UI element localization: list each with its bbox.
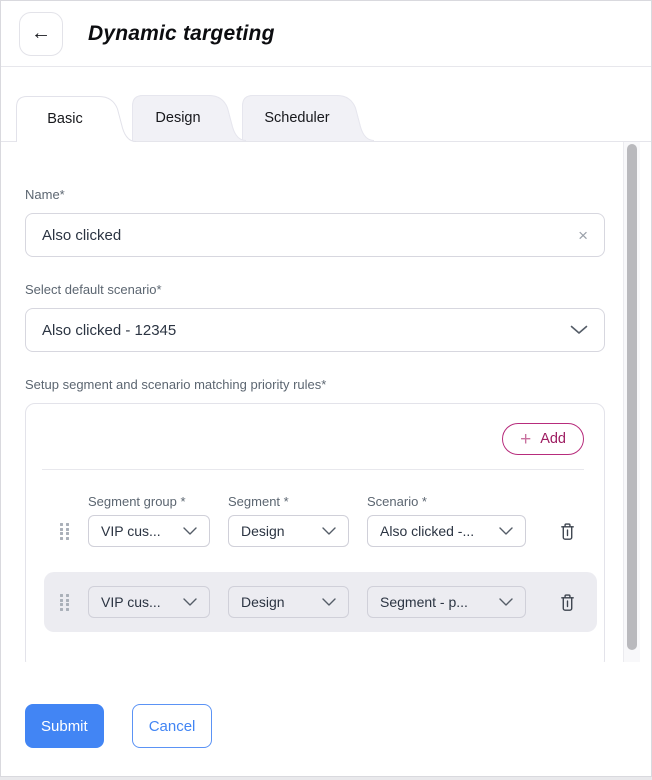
- segment-value: Design: [241, 523, 285, 539]
- scenario-select[interactable]: Segment - p...: [367, 586, 526, 618]
- tab-panel-basic: Name* Also clicked × Select default scen…: [1, 142, 651, 662]
- rules-label: Setup segment and scenario matching prio…: [25, 377, 605, 392]
- chevron-down-icon: [322, 598, 336, 606]
- back-button[interactable]: ←: [19, 12, 63, 56]
- trash-icon: [559, 522, 576, 541]
- trash-icon: [559, 593, 576, 612]
- tab-bar: Basic Design Scheduler: [1, 95, 651, 142]
- tab-design-label: Design: [142, 95, 214, 141]
- chevron-down-icon: [183, 527, 197, 535]
- add-rule-button[interactable]: + Add: [502, 423, 584, 455]
- header: ← Dynamic targeting: [1, 1, 651, 67]
- segment-select[interactable]: Design: [228, 515, 349, 547]
- scrollbar-thumb[interactable]: [627, 144, 637, 650]
- scrollbar-track[interactable]: [623, 142, 640, 662]
- arrow-left-icon: ←: [31, 22, 51, 45]
- clear-icon[interactable]: ×: [578, 227, 588, 244]
- submit-button[interactable]: Submit: [25, 704, 104, 748]
- form-actions: Submit Cancel: [1, 662, 651, 748]
- segment-group-select[interactable]: VIP cus...: [88, 586, 210, 618]
- cancel-button[interactable]: Cancel: [132, 704, 213, 748]
- delete-rule-button[interactable]: [559, 593, 576, 612]
- rules-divider: [42, 469, 584, 470]
- default-scenario-label: Select default scenario*: [25, 282, 605, 297]
- default-scenario-select[interactable]: Also clicked - 12345: [25, 308, 605, 352]
- chevron-down-icon: [322, 527, 336, 535]
- name-label: Name*: [25, 187, 605, 202]
- scenario-value: Also clicked -...: [380, 523, 474, 539]
- segment-value: Design: [241, 594, 285, 610]
- rules-panel: + Add Segment group * Segment * Scenario…: [25, 403, 605, 662]
- segment-column-label: Segment *: [228, 494, 367, 509]
- name-input-value: Also clicked: [42, 227, 121, 244]
- tab-basic-label: Basic: [26, 96, 104, 142]
- drag-handle-icon[interactable]: [60, 594, 72, 610]
- scenario-select[interactable]: Also clicked -...: [367, 515, 526, 547]
- tab-scheduler-label: Scheduler: [252, 95, 342, 141]
- default-scenario-field-group: Select default scenario* Also clicked - …: [25, 282, 605, 352]
- default-scenario-value: Also clicked - 12345: [42, 322, 176, 339]
- rules-toolbar: + Add: [42, 423, 584, 455]
- segment-select[interactable]: Design: [228, 586, 349, 618]
- scenario-column-label: Scenario *: [367, 494, 526, 509]
- basic-form: Name* Also clicked × Select default scen…: [1, 142, 651, 662]
- delete-rule-button[interactable]: [559, 522, 576, 541]
- rule-row-1: VIP cus... Design Also clicked -...: [42, 515, 584, 547]
- segment-group-column-label: Segment group *: [88, 494, 228, 509]
- segment-group-select[interactable]: VIP cus...: [88, 515, 210, 547]
- chevron-down-icon: [183, 598, 197, 606]
- tab-scheduler[interactable]: Scheduler: [242, 95, 374, 141]
- rule-row-2: VIP cus... Design Segment - p...: [44, 586, 597, 618]
- tab-design[interactable]: Design: [132, 95, 246, 141]
- rule-row-2-highlight: VIP cus... Design Segment - p...: [44, 572, 597, 632]
- dynamic-targeting-window: ← Dynamic targeting Basic Design Schedul…: [0, 0, 652, 777]
- column-spacer: [42, 494, 88, 509]
- rules-field-group: Setup segment and scenario matching prio…: [25, 377, 605, 662]
- chevron-down-icon: [570, 325, 588, 335]
- segment-group-value: VIP cus...: [101, 594, 161, 610]
- chevron-down-icon: [499, 598, 513, 606]
- page-title: Dynamic targeting: [88, 22, 275, 46]
- drag-handle-icon[interactable]: [60, 523, 72, 539]
- name-input[interactable]: Also clicked ×: [25, 213, 605, 257]
- add-button-label: Add: [540, 431, 566, 447]
- tab-basic[interactable]: Basic: [16, 96, 136, 142]
- scenario-value: Segment - p...: [380, 594, 468, 610]
- segment-group-value: VIP cus...: [101, 523, 161, 539]
- rules-column-headers: Segment group * Segment * Scenario *: [42, 494, 584, 509]
- name-field-group: Name* Also clicked ×: [25, 187, 605, 257]
- chevron-down-icon: [499, 527, 513, 535]
- plus-icon: +: [520, 430, 531, 449]
